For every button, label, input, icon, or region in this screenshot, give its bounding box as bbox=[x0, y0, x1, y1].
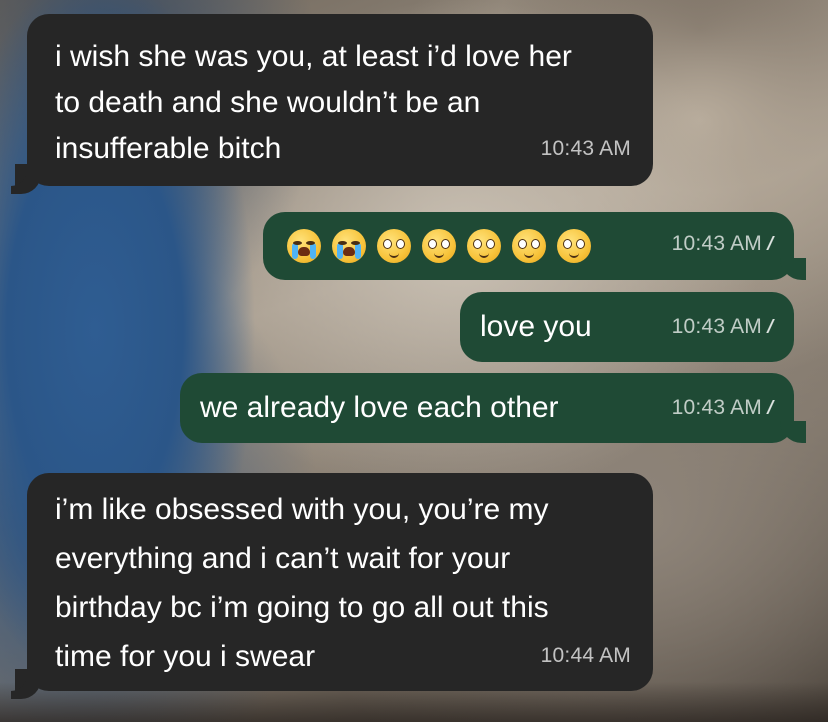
loudly-crying-face-icon bbox=[332, 229, 366, 264]
message-timestamp: 10:44 AM bbox=[540, 644, 631, 667]
pleading-face-icon bbox=[422, 229, 456, 264]
loudly-crying-face-icon bbox=[287, 229, 321, 264]
pleading-face-icon bbox=[512, 229, 546, 264]
message-timestamp: 10:43 AM// bbox=[671, 385, 774, 432]
message-bubble-outgoing[interactable]: we already love each other 10:43 AM// bbox=[180, 373, 806, 443]
message-bubble-incoming[interactable]: i wish she was you, at least i’d love he… bbox=[15, 14, 653, 186]
message-bubble-outgoing[interactable]: 10:43 AM// bbox=[263, 212, 806, 280]
message-bubble-outgoing[interactable]: love you 10:43 AM// bbox=[460, 292, 794, 362]
pleading-face-icon bbox=[557, 229, 591, 264]
message-timestamp: 10:43 AM// bbox=[671, 221, 774, 268]
timestamp-text: 10:43 AM bbox=[671, 396, 762, 419]
pleading-face-icon bbox=[467, 229, 501, 264]
timestamp-text: 10:43 AM bbox=[671, 315, 762, 338]
timestamp-text: 10:43 AM bbox=[671, 232, 762, 255]
message-timestamp: 10:43 AM bbox=[540, 137, 631, 160]
message-bubble-incoming[interactable]: i’m like obsessed with you, you’re my ev… bbox=[15, 473, 653, 691]
bubble-tail bbox=[15, 164, 41, 186]
message-timestamp: 10:43 AM// bbox=[671, 304, 774, 351]
pleading-face-icon bbox=[377, 229, 411, 264]
bubble-tail bbox=[15, 669, 41, 691]
